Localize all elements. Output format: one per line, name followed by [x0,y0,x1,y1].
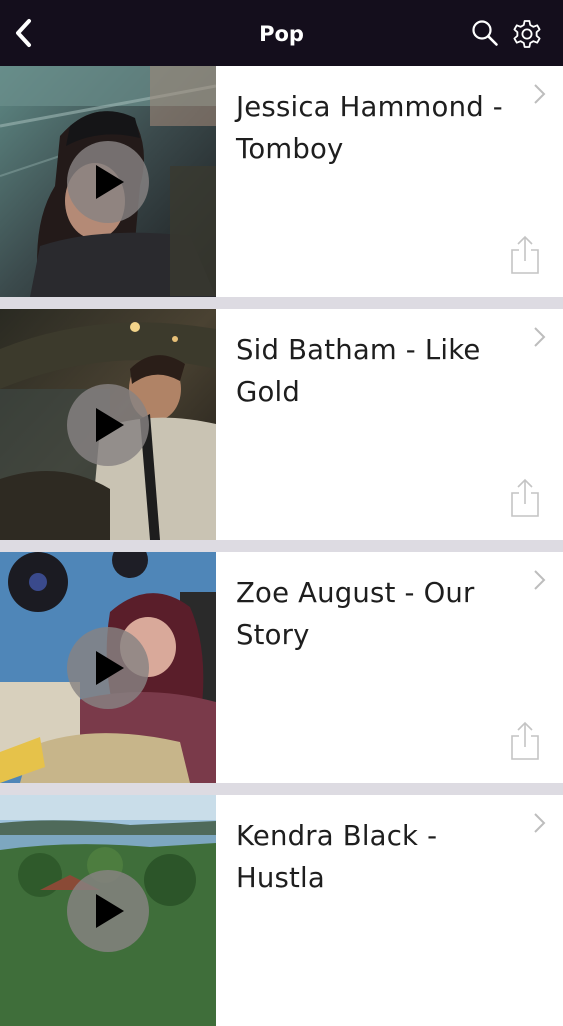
play-button[interactable] [67,627,149,709]
play-icon [96,165,124,199]
video-card[interactable]: Kendra Black - Hustla [0,795,563,1026]
play-icon [96,651,124,685]
video-card[interactable]: Jessica Hammond - Tomboy [0,66,563,297]
play-button[interactable] [67,141,149,223]
play-button[interactable] [67,870,149,952]
chevron-right-icon [534,84,546,104]
search-button[interactable] [468,16,502,50]
chevron-right-icon [534,813,546,833]
video-thumbnail[interactable] [0,552,216,783]
video-thumbnail[interactable] [0,309,216,540]
share-icon[interactable] [508,721,542,761]
app-header: Pop [0,0,563,66]
video-thumbnail[interactable] [0,795,216,1026]
chevron-right-icon [534,327,546,347]
chevron-left-icon [16,19,31,47]
video-thumbnail[interactable] [0,66,216,297]
back-button[interactable] [6,15,42,51]
share-icon[interactable] [508,235,542,275]
play-button[interactable] [67,384,149,466]
share-icon[interactable] [508,478,542,518]
video-title: Zoe August - Our Story [236,577,475,651]
settings-button[interactable] [509,16,545,52]
search-icon [472,20,498,46]
chevron-right-icon [534,570,546,590]
gear-icon [513,20,541,48]
video-card[interactable]: Sid Batham - Like Gold [0,309,563,540]
video-title: Kendra Black - Hustla [236,820,438,894]
video-title: Jessica Hammond - Tomboy [236,91,503,165]
play-icon [96,894,124,928]
play-icon [96,408,124,442]
video-card[interactable]: Zoe August - Our Story [0,552,563,783]
video-title: Sid Batham - Like Gold [236,334,481,408]
